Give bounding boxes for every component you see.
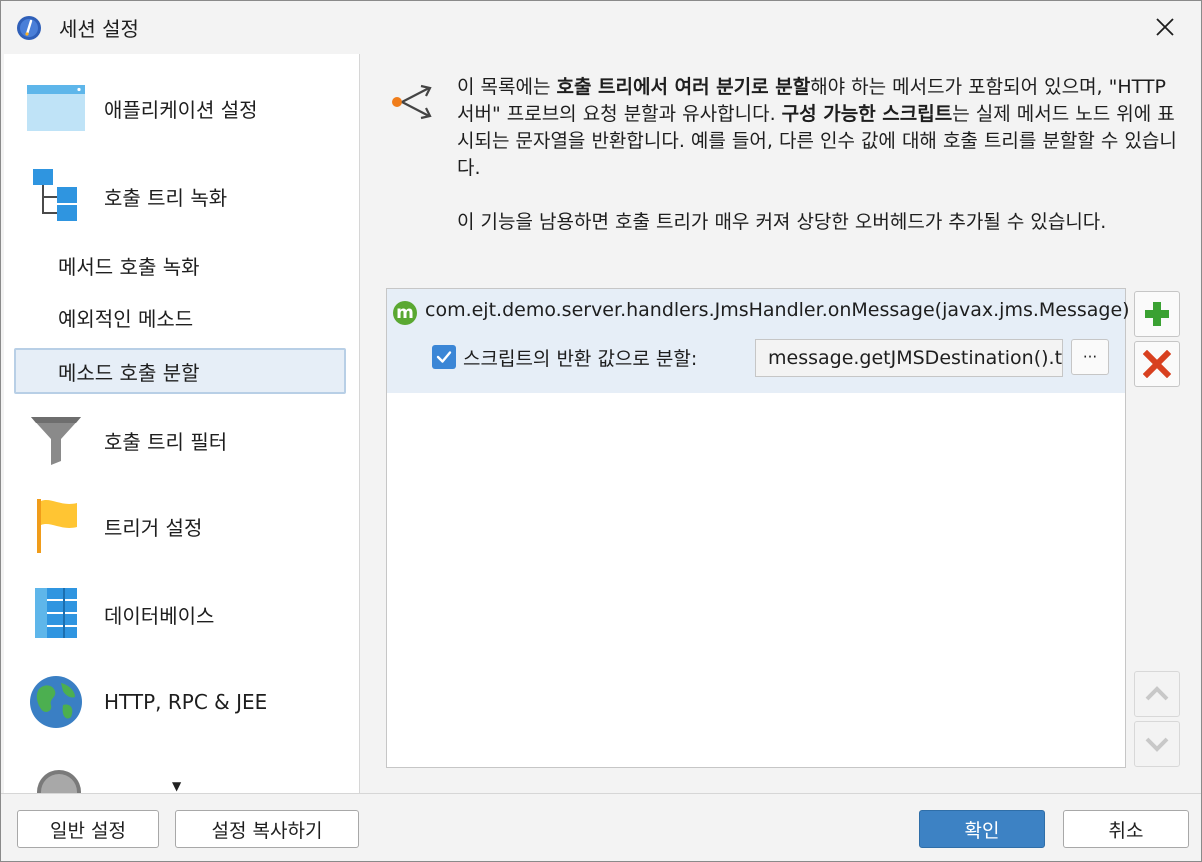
database-icon <box>26 584 86 644</box>
method-badge-icon: m <box>393 301 417 325</box>
edit-script-button[interactable]: ··· <box>1071 339 1109 375</box>
sidebar-item-label: 호출 트리 녹화 <box>104 185 228 210</box>
delete-x-icon <box>1143 350 1171 378</box>
split-by-script-checkbox[interactable] <box>432 345 456 369</box>
sidebar-item-http-rpc-jee[interactable]: HTTP, RPC & JEE <box>4 662 359 742</box>
method-signature: com.ejt.demo.server.handlers.JmsHandler.… <box>425 299 1130 321</box>
split-methods-panel: 이 목록에는 호출 트리에서 여러 분기로 분할해야 하는 메서드가 포함되어 … <box>361 54 1201 793</box>
sidebar-item-trigger-settings[interactable]: 트리거 설정 <box>4 486 359 566</box>
checkmark-icon <box>436 351 452 363</box>
move-up-button[interactable] <box>1134 671 1180 717</box>
remove-button[interactable] <box>1134 341 1180 387</box>
split-methods-list[interactable]: m com.ejt.demo.server.handlers.JmsHandle… <box>386 288 1130 768</box>
list-item[interactable]: m com.ejt.demo.server.handlers.JmsHandle… <box>387 289 1130 393</box>
settings-sidebar: 애플리케이션 설정 호출 트리 녹화 메서드 호출 녹화 예외적인 메소드 메소… <box>4 54 360 793</box>
description-paragraph-2: 이 기능을 남용하면 호출 트리가 매우 커져 상당한 오버헤드가 추가될 수 … <box>457 211 1107 233</box>
add-button[interactable] <box>1134 291 1180 337</box>
move-down-button[interactable] <box>1134 721 1180 767</box>
close-icon <box>1156 18 1174 36</box>
sidebar-item-label: 데이터베이스 <box>104 603 215 628</box>
description-paragraph-1: 이 목록에는 호출 트리에서 여러 분기로 분할해야 하는 메서드가 포함되어 … <box>457 74 1177 182</box>
window-title: 세션 설정 <box>59 17 139 41</box>
desc-bold-text: 호출 트리에서 여러 분기로 분할 <box>556 76 811 98</box>
funnel-icon <box>26 410 86 470</box>
sidebar-subitem-label: 메소드 호출 분할 <box>58 360 200 385</box>
desc-text: 이 목록에는 <box>457 76 557 98</box>
ok-button[interactable]: 확인 <box>919 810 1045 848</box>
sidebar-item-label: 애플리케이션 설정 <box>104 97 258 122</box>
chevron-up-icon <box>1145 686 1169 701</box>
application-window-icon <box>26 78 86 138</box>
flag-icon <box>26 496 86 556</box>
sidebar-subitem-label: 예외적인 메소드 <box>58 306 194 331</box>
globe-icon <box>26 672 86 732</box>
copy-settings-button[interactable]: 설정 복사하기 <box>175 810 359 848</box>
sidebar-subitem-label: 메서드 호출 녹화 <box>58 254 200 279</box>
sidebar-item-label: 트리거 설정 <box>104 515 203 540</box>
sidebar-subitem-split-methods[interactable]: 메소드 호출 분할 <box>14 348 346 394</box>
sidebar-item-label: 호출 트리 필터 <box>104 429 228 454</box>
partial-next-item-icon <box>34 766 84 793</box>
title-bar: 세션 설정 <box>1 1 1201 53</box>
scroll-more-caret-icon[interactable]: ▼ <box>172 779 181 793</box>
general-settings-button[interactable]: 일반 설정 <box>17 810 159 848</box>
app-logo-icon <box>16 15 42 41</box>
call-tree-icon <box>26 166 86 226</box>
close-button[interactable] <box>1141 7 1189 47</box>
sidebar-item-application-settings[interactable]: 애플리케이션 설정 <box>4 68 359 148</box>
split-arrow-icon <box>389 82 437 122</box>
plus-icon <box>1145 302 1169 326</box>
sidebar-item-call-tree-filters[interactable]: 호출 트리 필터 <box>4 400 359 480</box>
chevron-down-icon <box>1145 737 1169 752</box>
sidebar-item-label: HTTP, RPC & JEE <box>104 690 268 714</box>
sidebar-subitem-exceptional-methods[interactable]: 예외적인 메소드 <box>14 294 346 340</box>
description-text: 이 목록에는 호출 트리에서 여러 분기로 분할해야 하는 메서드가 포함되어 … <box>457 74 1177 236</box>
sidebar-item-call-tree-recording[interactable]: 호출 트리 녹화 <box>4 156 359 236</box>
desc-bold-text: 구성 가능한 스크립트 <box>781 103 953 125</box>
split-by-script-label: 스크립트의 반환 값으로 분할: <box>463 348 698 370</box>
sidebar-item-databases[interactable]: 데이터베이스 <box>4 574 359 654</box>
session-settings-dialog: 세션 설정 애플리케이션 설정 호출 트리 녹화 메서드 호출 녹화 예외적인 … <box>0 0 1202 862</box>
script-input[interactable]: message.getJMSDestination().toString() <box>755 339 1063 377</box>
dialog-footer: 일반 설정 설정 복사하기 확인 취소 <box>1 793 1201 861</box>
cancel-button[interactable]: 취소 <box>1063 810 1189 848</box>
sidebar-subitem-method-call-recording[interactable]: 메서드 호출 녹화 <box>14 242 346 288</box>
